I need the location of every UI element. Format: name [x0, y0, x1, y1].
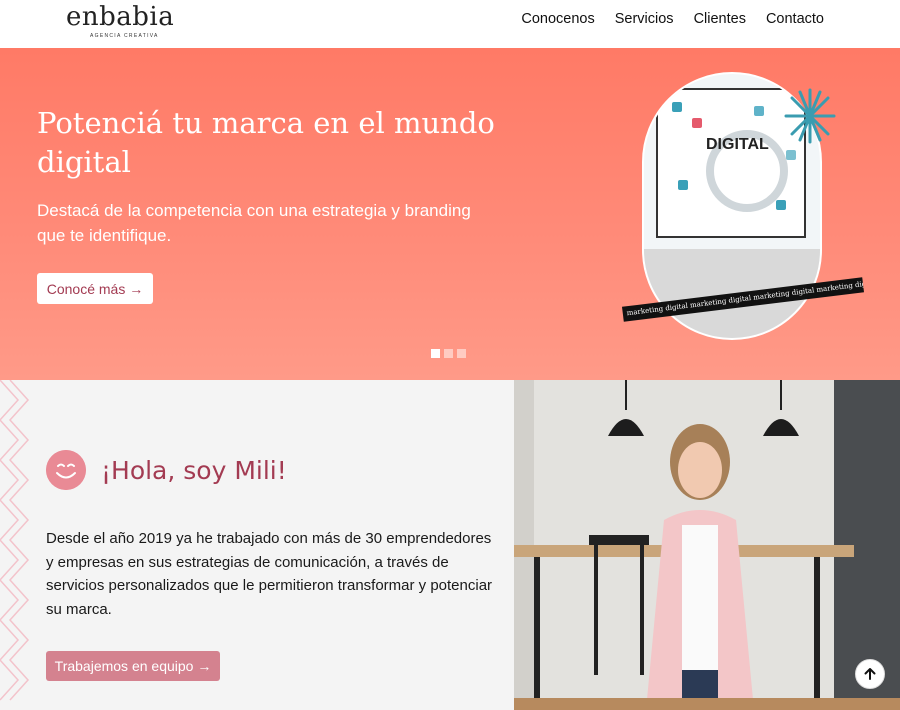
hero-subtitle: Destacá de la competencia con una estrat… — [37, 201, 471, 245]
logo-tagline: AGENCIA CREATIVA — [90, 33, 159, 39]
about-title: ¡Hola, soy Mili! — [101, 456, 287, 485]
logo[interactable]: enbabia AGENCIA CREATIVA — [62, 0, 182, 46]
heart-icon — [692, 118, 702, 128]
scroll-top-button[interactable] — [855, 659, 885, 689]
portrait-illustration — [514, 380, 900, 710]
network-icon — [776, 200, 786, 210]
slider-dot-2[interactable] — [444, 349, 453, 358]
digital-label: DIGITAL — [706, 136, 769, 153]
starburst-icon — [784, 88, 836, 144]
smiley-icon — [46, 450, 86, 490]
slider-dot-1[interactable] — [431, 349, 440, 358]
main-nav: Conocenos Servicios Clientes Contacto — [521, 11, 824, 27]
search-icon — [786, 150, 796, 160]
trabajemos-button[interactable]: Trabajemos en equipo → — [46, 651, 220, 681]
zigzag-decoration — [0, 380, 30, 701]
arrow-up-icon — [864, 668, 876, 680]
nav-contacto[interactable]: Contacto — [766, 11, 824, 27]
mail-icon — [754, 106, 764, 116]
nav-servicios[interactable]: Servicios — [615, 11, 674, 27]
about-section: ¡Hola, soy Mili! Desde el año 2019 ya he… — [0, 380, 514, 710]
hero-slider: Potenciá tu marca en el mundo digital De… — [0, 48, 900, 380]
logo-wordmark: enbabia — [66, 2, 175, 32]
slider-dot-3[interactable] — [457, 349, 466, 358]
conoce-mas-button[interactable]: Conocé más → — [37, 273, 153, 304]
cloud-icon — [672, 102, 682, 112]
about-text: Desde el año 2019 ya he trabajado con má… — [46, 530, 493, 618]
chart-icon — [678, 180, 688, 190]
slider-dots — [431, 349, 466, 358]
nav-clientes[interactable]: Clientes — [694, 11, 746, 27]
portrait-photo — [514, 380, 900, 710]
hero-title: Potenciá tu marca en el mundo digital — [37, 106, 495, 179]
nav-conocenos[interactable]: Conocenos — [521, 11, 594, 27]
site-header: enbabia AGENCIA CREATIVA Conocenos Servi… — [0, 0, 900, 48]
